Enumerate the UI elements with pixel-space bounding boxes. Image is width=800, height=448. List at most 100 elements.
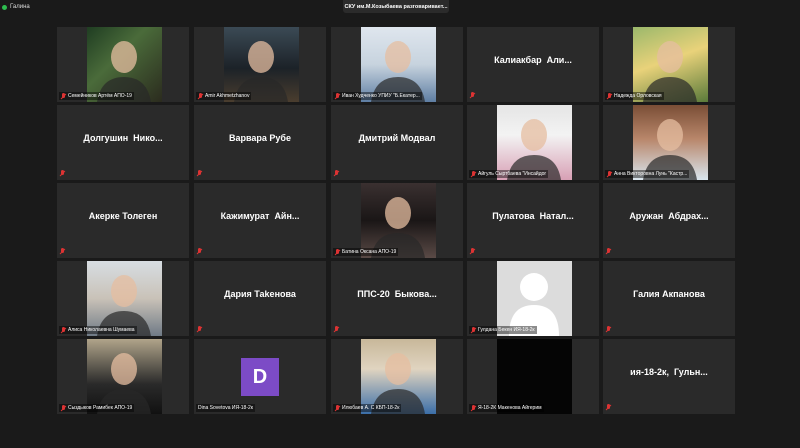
top-left-label: Галина <box>10 4 30 10</box>
default-profile-photo <box>497 261 572 336</box>
participant-name: Пулатова Натал... <box>492 211 574 221</box>
participant-tile[interactable]: Дария Таkенова <box>194 261 326 336</box>
participant-label-text: Сыздыков Рамибек АПО-19 <box>68 405 133 411</box>
participant-name: ППС-20 Быкова... <box>357 289 437 299</box>
participant-label: Я-18-2К Макенова Айгерим <box>469 404 544 412</box>
mic-muted-icon <box>606 326 611 333</box>
participant-grid: Семейников Артём АПО-19 Amir Akhmetzhanov… <box>0 0 800 448</box>
mic-muted-icon <box>334 326 339 333</box>
participant-name: Дмитрий Модвал <box>358 133 436 143</box>
participant-tile[interactable]: Дмитрий Модвал <box>331 105 463 180</box>
top-left-indicator[interactable]: Галина <box>2 2 30 12</box>
participant-label-text: Илюбаев А. С КБП-18-2к <box>342 405 400 411</box>
participant-tile[interactable]: Анна Викторовна Лунь "Кастр... <box>603 105 735 180</box>
connection-dot-icon <box>2 4 7 10</box>
mic-muted-icon <box>607 170 612 178</box>
person-figure <box>371 197 425 258</box>
participant-video <box>497 105 572 180</box>
participant-tile[interactable]: Пулатова Натал... <box>467 183 599 258</box>
participant-video <box>87 27 162 102</box>
participant-label-text: Гулдана Бекен ИЯ-18-2к <box>478 327 535 333</box>
participant-label-text: Dina Sovetova ИЯ-18-2к <box>198 405 253 411</box>
participant-tile[interactable]: ППС-20 Быкова... <box>331 261 463 336</box>
participant-label-text: Алиса Николаевна Шумаева <box>68 327 135 333</box>
participant-tile[interactable]: Калиакбар Али... <box>467 27 599 102</box>
participant-tile[interactable]: Amir Akhmetzhanov <box>194 27 326 102</box>
person-figure <box>643 41 697 102</box>
participant-video <box>87 339 162 414</box>
participant-tile[interactable]: Гулдана Бекен ИЯ-18-2к <box>467 261 599 336</box>
person-silhouette-icon <box>509 273 559 336</box>
participant-tile[interactable]: Алиса Николаевна Шумаева <box>57 261 189 336</box>
participant-tile[interactable]: Батина Оксана АПО-19 <box>331 183 463 258</box>
participant-label: Айгуль Сыртбаева "Инсайдог <box>469 170 549 178</box>
participant-label-text: Батина Оксана АПО-19 <box>342 249 397 255</box>
participant-label: Надежда Орловская <box>605 92 664 100</box>
person-figure <box>643 119 697 180</box>
participant-tile[interactable]: Надежда Орловская <box>603 27 735 102</box>
person-figure <box>507 119 561 180</box>
participant-label: Алиса Николаевна Шумаева <box>59 326 137 334</box>
mic-muted-icon <box>334 170 339 177</box>
participant-name: Варвара Рубе <box>229 133 291 143</box>
participant-tile[interactable]: Сыздыков Рамибек АПО-19 <box>57 339 189 414</box>
participant-tile[interactable]: Аружан Абдрах... <box>603 183 735 258</box>
participant-tile[interactable]: Варвара Рубе <box>194 105 326 180</box>
participant-tile[interactable]: D Dina Sovetova ИЯ-18-2к <box>194 339 326 414</box>
participant-name: ия-18-2к, Гульн... <box>630 367 708 377</box>
participant-video <box>497 339 572 414</box>
mic-muted-icon <box>471 170 476 178</box>
participant-video <box>361 339 436 414</box>
mic-muted-icon <box>61 404 66 412</box>
participant-label: Сыздыков Рамибек АПО-19 <box>59 404 135 412</box>
participant-tile[interactable]: Семейников Артём АПО-19 <box>57 27 189 102</box>
participant-label-text: Amir Akhmetzhanov <box>205 93 250 99</box>
participant-tile[interactable]: Долгушин Нико... <box>57 105 189 180</box>
participant-label-text: Я-18-2К Макенова Айгерим <box>478 405 542 411</box>
person-figure <box>97 353 151 414</box>
participant-label-text: Семейников Артём АПО-19 <box>68 93 132 99</box>
active-speaker-banner: СКУ им.М.Козыбаева разговаривает... <box>343 0 449 13</box>
participant-video <box>224 27 299 102</box>
participant-name: Акерке Толеген <box>88 211 158 221</box>
participant-tile[interactable]: Галия Акпанова <box>603 261 735 336</box>
participant-label: Анна Викторовна Лунь "Кастр... <box>605 170 690 178</box>
person-figure <box>371 353 425 414</box>
participant-name: Калиакбар Али... <box>494 55 572 65</box>
participant-label-text: Надежда Орловская <box>614 93 662 99</box>
participant-tile[interactable]: ия-18-2к, Гульн... <box>603 339 735 414</box>
participant-label: Батина Оксана АПО-19 <box>333 248 399 256</box>
mic-muted-icon <box>606 248 611 255</box>
participant-tile[interactable]: Я-18-2К Макенова Айгерим <box>467 339 599 414</box>
participant-label: Dina Sovetova ИЯ-18-2к <box>196 404 255 412</box>
participant-video <box>633 105 708 180</box>
mic-muted-icon <box>61 326 66 334</box>
participant-tile[interactable]: Иван Худченко УПИУ "Б.Екатер... <box>331 27 463 102</box>
mic-muted-icon <box>606 404 611 411</box>
participant-tile[interactable]: Илюбаев А. С КБП-18-2к <box>331 339 463 414</box>
participant-name: Кажимурат Айн... <box>220 211 300 221</box>
mic-muted-icon <box>471 404 476 412</box>
person-figure <box>371 41 425 102</box>
mic-muted-icon <box>198 92 203 100</box>
participant-name: Дария Таkенова <box>224 289 296 299</box>
participant-name: Аружан Абдрах... <box>629 211 709 221</box>
avatar: D <box>241 358 279 396</box>
top-bar: Галина СКУ им.М.Козыбаева разговаривает.… <box>0 0 800 14</box>
participant-tile[interactable]: Айгуль Сыртбаева "Инсайдог <box>467 105 599 180</box>
mic-muted-icon <box>61 92 66 100</box>
participant-video <box>633 27 708 102</box>
mic-muted-icon <box>607 92 612 100</box>
participant-name: Долгушин Нико... <box>83 133 163 143</box>
mic-muted-icon <box>335 248 340 256</box>
participant-video <box>87 261 162 336</box>
participant-tile[interactable]: Кажимурат Айн... <box>194 183 326 258</box>
participant-name: Галия Акпанова <box>633 289 705 299</box>
person-figure <box>97 41 151 102</box>
participant-label: Гулдана Бекен ИЯ-18-2к <box>469 326 537 334</box>
mic-muted-icon <box>60 170 65 177</box>
participant-label-text: Айгуль Сыртбаева "Инсайдог <box>478 171 547 177</box>
mic-muted-icon <box>197 326 202 333</box>
participant-tile[interactable]: Акерке Толеген <box>57 183 189 258</box>
participant-label: Илюбаев А. С КБП-18-2к <box>333 404 402 412</box>
